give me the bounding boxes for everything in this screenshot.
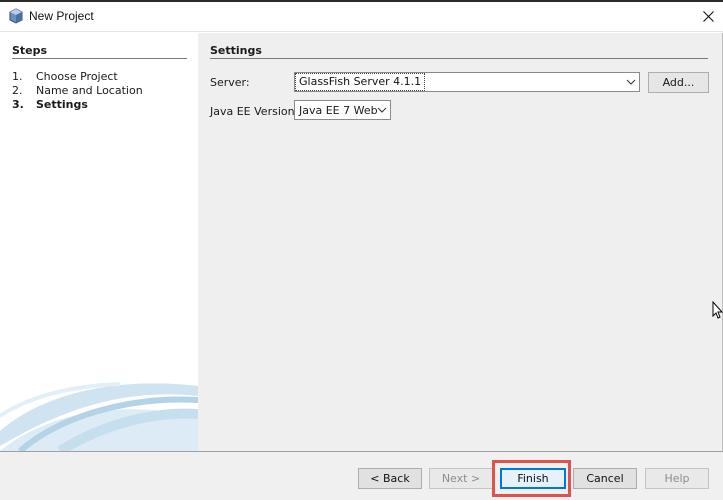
settings-panel: Settings Server: GlassFish Server 4.1.1 … [198,33,723,451]
server-label: Server: [210,76,250,89]
close-icon [702,11,714,22]
chevron-down-icon [377,107,387,113]
step-number: 3. [12,98,24,111]
netbeans-cube-icon [8,8,24,24]
help-button[interactable]: Help [645,468,709,489]
back-button[interactable]: < Back [358,468,422,489]
step-label: Choose Project [36,70,118,83]
finish-button[interactable]: Finish [500,468,566,489]
steps-divider [12,58,187,59]
javaee-selected-value: Java EE 7 Web [299,104,378,117]
steps-panel: Steps 1. Choose Project 2. Name and Locati… [0,33,198,451]
steps-heading: Steps [12,44,48,57]
step-label: Settings [36,98,88,111]
close-button[interactable] [693,2,723,31]
title-bar: New Project [0,2,723,32]
server-select[interactable]: GlassFish Server 4.1.1 [294,72,640,92]
step-label: Name and Location [36,84,143,97]
step-item: 1. Choose Project [12,70,143,84]
window-title: New Project [29,9,94,23]
next-button[interactable]: Next > [429,468,493,489]
javaee-version-select[interactable]: Java EE 7 Web [294,100,391,120]
javaee-version-label: Java EE Version: [210,105,299,118]
steps-list: 1. Choose Project 2. Name and Location 3. S… [12,70,143,112]
cancel-button[interactable]: Cancel [573,468,637,489]
step-number: 1. [12,70,23,83]
step-item-current: 3. Settings [12,98,143,112]
step-item: 2. Name and Location [12,84,143,98]
settings-divider [210,58,708,59]
button-bar: < Back Next > Finish Cancel Help [0,452,723,500]
server-selected-value: GlassFish Server 4.1.1 [294,73,426,91]
chevron-down-icon [626,79,636,85]
decorative-swoosh-graphic [0,382,198,451]
mouse-cursor-icon [712,301,723,319]
settings-heading: Settings [210,44,262,57]
step-number: 2. [12,84,23,97]
add-server-button[interactable]: Add... [648,72,709,93]
